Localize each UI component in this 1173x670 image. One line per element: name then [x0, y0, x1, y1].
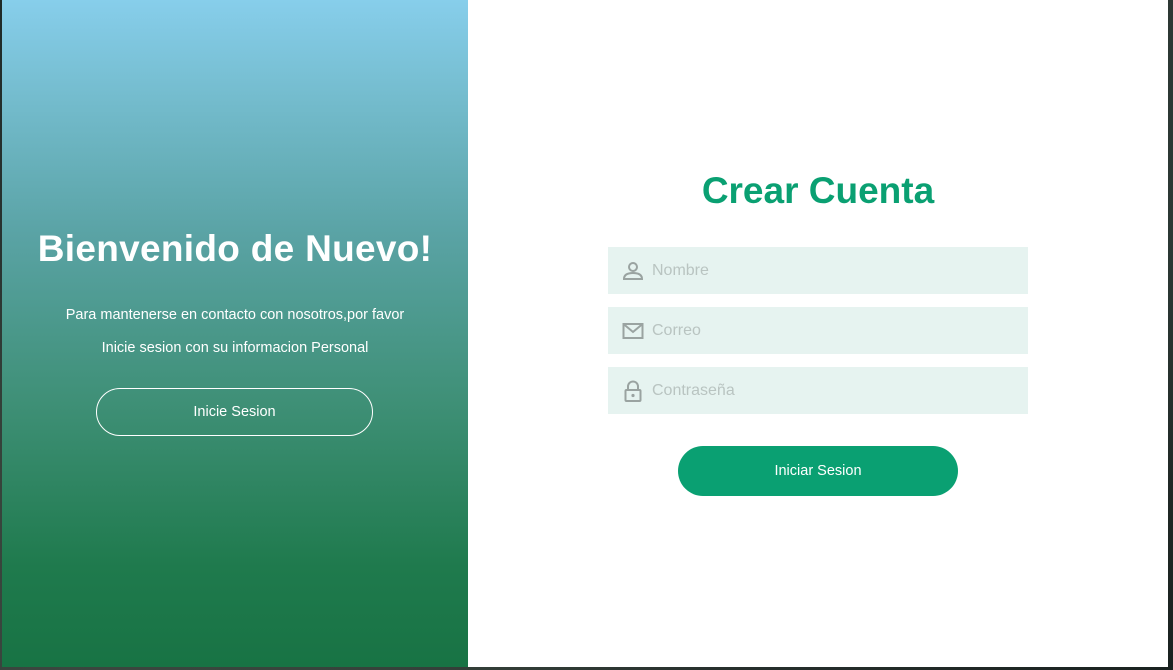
password-input[interactable]	[652, 367, 1012, 414]
email-input[interactable]	[652, 307, 1012, 354]
user-icon	[622, 260, 644, 282]
name-input[interactable]	[652, 247, 1012, 294]
envelope-icon	[622, 320, 644, 342]
password-field[interactable]	[608, 367, 1028, 414]
welcome-message-line-2: Inicie sesion con su informacion Persona…	[101, 340, 369, 356]
signup-form-panel: Crear Cuenta Nombre Correo Iniciar Sesio…	[468, 0, 1168, 667]
sign-in-toggle-button[interactable]: Inicie Sesion	[96, 388, 373, 436]
lock-icon	[622, 380, 644, 402]
welcome-title: Bienvenido de Nuevo!	[37, 228, 433, 269]
name-field[interactable]	[608, 247, 1028, 294]
auth-card: Bienvenido de Nuevo! Para mantenerse en …	[2, 0, 1168, 667]
welcome-message-line-1: Para mantenerse en contacto con nosotros…	[65, 307, 405, 323]
signup-title: Crear Cuenta	[701, 170, 935, 211]
submit-button[interactable]: Iniciar Sesion	[678, 446, 958, 496]
welcome-panel: Bienvenido de Nuevo! Para mantenerse en …	[2, 0, 468, 667]
email-field[interactable]	[608, 307, 1028, 354]
